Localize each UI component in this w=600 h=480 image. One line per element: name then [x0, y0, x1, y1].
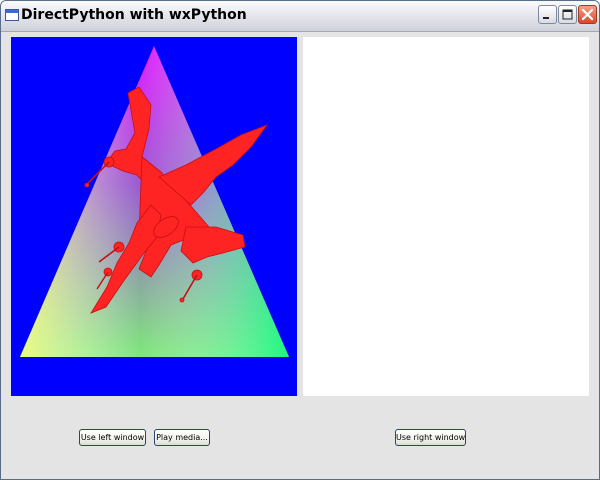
use-right-window-button[interactable]: Use right window — [395, 429, 466, 446]
close-icon — [581, 8, 594, 21]
app-window: DirectPython with wxPython Use left wind… — [0, 0, 600, 480]
client-area: Use left window Play media... Use right … — [1, 32, 599, 479]
maximize-button[interactable] — [558, 5, 577, 24]
app-window-icon[interactable] — [5, 9, 19, 21]
maximize-icon — [562, 9, 573, 20]
left-render-window[interactable] — [11, 37, 297, 396]
render-scene — [20, 46, 289, 357]
use-left-window-button[interactable]: Use left window — [79, 429, 146, 446]
play-media-button[interactable]: Play media... — [154, 429, 210, 446]
window-title: DirectPython with wxPython — [21, 7, 247, 23]
close-button[interactable] — [578, 5, 597, 24]
title-bar[interactable]: DirectPython with wxPython — [1, 1, 599, 32]
right-render-window[interactable] — [303, 37, 589, 396]
minimize-button[interactable] — [538, 5, 557, 24]
minimize-icon — [543, 17, 549, 19]
